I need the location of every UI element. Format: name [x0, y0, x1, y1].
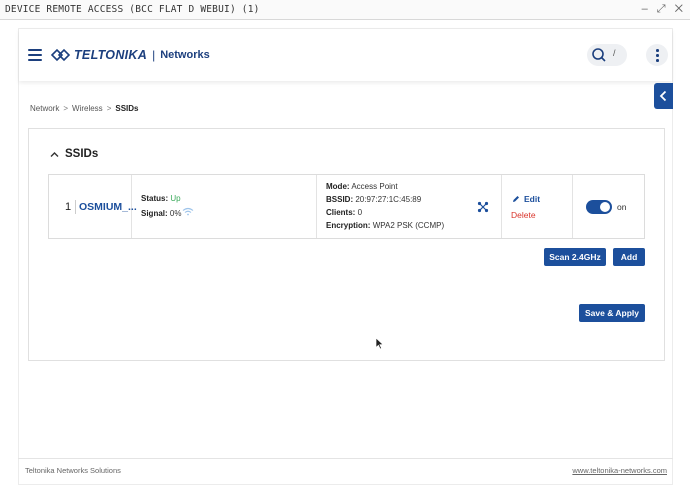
encryption-label: Encryption: [326, 221, 371, 230]
teltonika-logo-icon [51, 48, 71, 62]
clients-label: Clients: [326, 208, 356, 217]
ssid-actions-cell: Edit Delete [502, 175, 573, 238]
section-header[interactable]: SSIDs [50, 148, 98, 160]
delete-button[interactable]: Delete [511, 210, 536, 220]
breadcrumb: Network > Wireless > SSIDs [30, 104, 138, 113]
mode-value: Access Point [351, 182, 398, 191]
bssid-value: 20:97:27:1C:45:89 [355, 195, 422, 204]
add-button[interactable]: Add [613, 248, 645, 266]
status-line: Status: Up [141, 194, 181, 203]
section-title: SSIDs [65, 148, 99, 160]
enable-toggle[interactable] [586, 200, 612, 214]
search-shortcut-hint: / [613, 48, 616, 58]
teltonika-logo[interactable]: TELTONIKA | Networks [51, 46, 210, 64]
kebab-icon[interactable] [646, 44, 668, 66]
chevron-up-icon [50, 151, 59, 157]
signal-line: Signal: 0% [141, 209, 181, 218]
encryption-value: WPA2 PSK (CCMP) [372, 221, 445, 230]
signal-label: Signal: [141, 209, 168, 218]
status-label: Status: [141, 194, 169, 203]
mouse-cursor-icon [375, 337, 384, 350]
brand-product: Networks [160, 49, 210, 61]
breadcrumb-network[interactable]: Network [30, 104, 59, 113]
breadcrumb-wireless[interactable]: Wireless [72, 104, 103, 113]
toggle-state-label: on [617, 202, 627, 212]
brand-separator: | [152, 48, 156, 62]
clients-value: 0 [357, 208, 363, 217]
search-icon [592, 48, 606, 62]
breadcrumb-separator: > [106, 104, 112, 113]
ssid-details-cell: Mode: Access Point BSSID: 20:97:27:1C:45… [317, 175, 502, 238]
ssid-index: 1 [65, 201, 72, 213]
side-panel-toggle[interactable] [654, 83, 673, 109]
window-controls[interactable]: – ⤢ ✕ [642, 3, 686, 16]
breadcrumb-separator: > [63, 104, 69, 113]
ssids-card [28, 128, 665, 361]
ssid-name-cell: 1 OSMIUM_... [49, 175, 137, 238]
clients-line: Clients: 0 [326, 208, 362, 217]
chevron-left-icon [659, 90, 667, 102]
edit-button[interactable]: Edit [512, 194, 540, 204]
encryption-line: Encryption: WPA2 PSK (CCMP) [326, 221, 444, 230]
hamburger-icon[interactable] [28, 49, 42, 61]
ssid-toggle-cell: on [573, 175, 644, 238]
window-titlebar: DEVICE REMOTE ACCESS (BCC FLAT D WEBUI) … [0, 0, 690, 20]
edit-label: Edit [524, 194, 541, 204]
signal-value: 0% [169, 209, 182, 218]
scan-button[interactable]: Scan 2.4GHz [544, 248, 606, 266]
footer: Teltonika Networks Solutions www.teltoni… [18, 458, 673, 484]
footer-link[interactable]: www.teltonika-networks.com [572, 466, 667, 475]
bssid-line: BSSID: 20:97:27:1C:45:89 [326, 195, 421, 204]
mode-line: Mode: Access Point [326, 182, 398, 191]
ssid-status-cell: Status: Up Signal: 0% [132, 175, 317, 238]
top-bar: TELTONIKA | Networks / [19, 29, 672, 81]
breadcrumb-current: SSIDs [115, 104, 139, 113]
status-value: Up [170, 194, 181, 203]
ssid-name: OSMIUM_... [79, 201, 137, 213]
wifi-icon [182, 207, 194, 216]
pencil-icon [513, 196, 519, 202]
bssid-label: BSSID: [326, 195, 354, 204]
brand-name: TELTONIKA [74, 48, 148, 62]
mode-label: Mode: [326, 182, 350, 191]
save-apply-button[interactable]: Save & Apply [579, 304, 645, 322]
index-divider [75, 200, 76, 214]
window-title: DEVICE REMOTE ACCESS (BCC FLAT D WEBUI) … [5, 4, 260, 15]
footer-company: Teltonika Networks Solutions [25, 466, 121, 475]
search-button[interactable]: / [587, 44, 627, 66]
table-row: 1 OSMIUM_... Status: Up Signal: 0% Mode:… [48, 174, 645, 239]
mesh-icon[interactable] [477, 201, 489, 213]
